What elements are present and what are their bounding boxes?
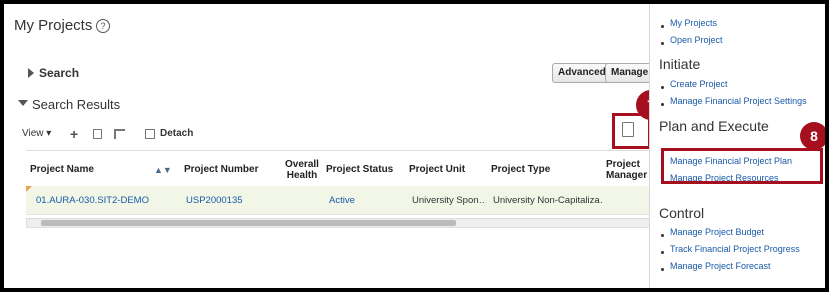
link-track-financial-project-progress[interactable]: Track Financial Project Progress — [670, 244, 800, 254]
project-number-link[interactable]: USP2000135 — [186, 195, 243, 206]
sort-icon[interactable]: ▲▼ — [154, 165, 172, 176]
col-overall-health[interactable]: Overall Health — [282, 159, 322, 181]
search-section-header[interactable]: Search — [39, 66, 79, 80]
bullet-icon — [661, 86, 664, 89]
bullet-icon — [661, 42, 664, 45]
app-frame: My Projects ? Search Advanced Manage W S… — [4, 4, 825, 288]
bullet-icon — [661, 251, 664, 254]
bullet-icon — [661, 25, 664, 28]
col-project-name[interactable]: Project Name — [30, 164, 94, 175]
view-menu[interactable]: View ▾ — [22, 128, 51, 139]
main-content: My Projects ? Search Advanced Manage W S… — [4, 4, 666, 288]
bullet-icon — [661, 268, 664, 271]
link-manage-financial-project-settings[interactable]: Manage Financial Project Settings — [670, 96, 807, 106]
link-create-project[interactable]: Create Project — [670, 79, 728, 89]
col-project-type[interactable]: Project Type — [491, 164, 550, 175]
project-unit-cell: University Spon… — [412, 195, 486, 206]
project-type-cell: University Non-Capitaliza… — [493, 195, 603, 206]
detach-icon[interactable] — [145, 129, 155, 139]
col-project-status[interactable]: Project Status — [326, 164, 393, 175]
help-icon[interactable]: ? — [96, 19, 110, 33]
bullet-icon — [661, 234, 664, 237]
section-plan-and-execute: Plan and Execute — [659, 118, 769, 134]
project-status-cell: Active — [329, 195, 355, 206]
row-indicator-icon — [26, 186, 32, 192]
tasks-panel: My Projects Open Project Initiate Create… — [649, 4, 825, 288]
page-title: My Projects — [14, 17, 93, 34]
col-project-number[interactable]: Project Number — [184, 164, 258, 175]
link-manage-project-budget[interactable]: Manage Project Budget — [670, 227, 764, 237]
scrollbar-thumb[interactable] — [41, 220, 456, 226]
horizontal-scrollbar[interactable] — [26, 218, 651, 228]
callout-box-8 — [661, 148, 823, 184]
link-my-projects[interactable]: My Projects — [670, 18, 717, 28]
collapse-triangle-icon[interactable] — [18, 100, 28, 106]
bullet-icon — [661, 103, 664, 106]
advanced-button[interactable]: Advanced — [552, 63, 612, 83]
detach-label[interactable]: Detach — [160, 128, 193, 139]
col-project-unit[interactable]: Project Unit — [409, 164, 465, 175]
link-manage-project-forecast[interactable]: Manage Project Forecast — [670, 261, 771, 271]
add-icon[interactable]: + — [70, 126, 78, 142]
search-results-header: Search Results — [32, 97, 121, 112]
col-project-manager[interactable]: Project Manager — [606, 159, 648, 181]
expand-triangle-icon[interactable] — [28, 68, 34, 78]
table-header: Project Name ▲▼ Project Number Overall H… — [26, 150, 649, 188]
export-icon[interactable] — [114, 129, 125, 139]
project-name-link[interactable]: 01.AURA-030.SIT2-DEMO — [36, 195, 149, 206]
table-row[interactable]: 01.AURA-030.SIT2-DEMO USP2000135 Active … — [26, 186, 649, 215]
callout-8: 8 — [800, 122, 825, 150]
link-open-project[interactable]: Open Project — [670, 35, 723, 45]
section-control: Control — [659, 205, 705, 221]
edit-icon[interactable] — [93, 129, 102, 139]
section-initiate: Initiate — [659, 56, 701, 72]
